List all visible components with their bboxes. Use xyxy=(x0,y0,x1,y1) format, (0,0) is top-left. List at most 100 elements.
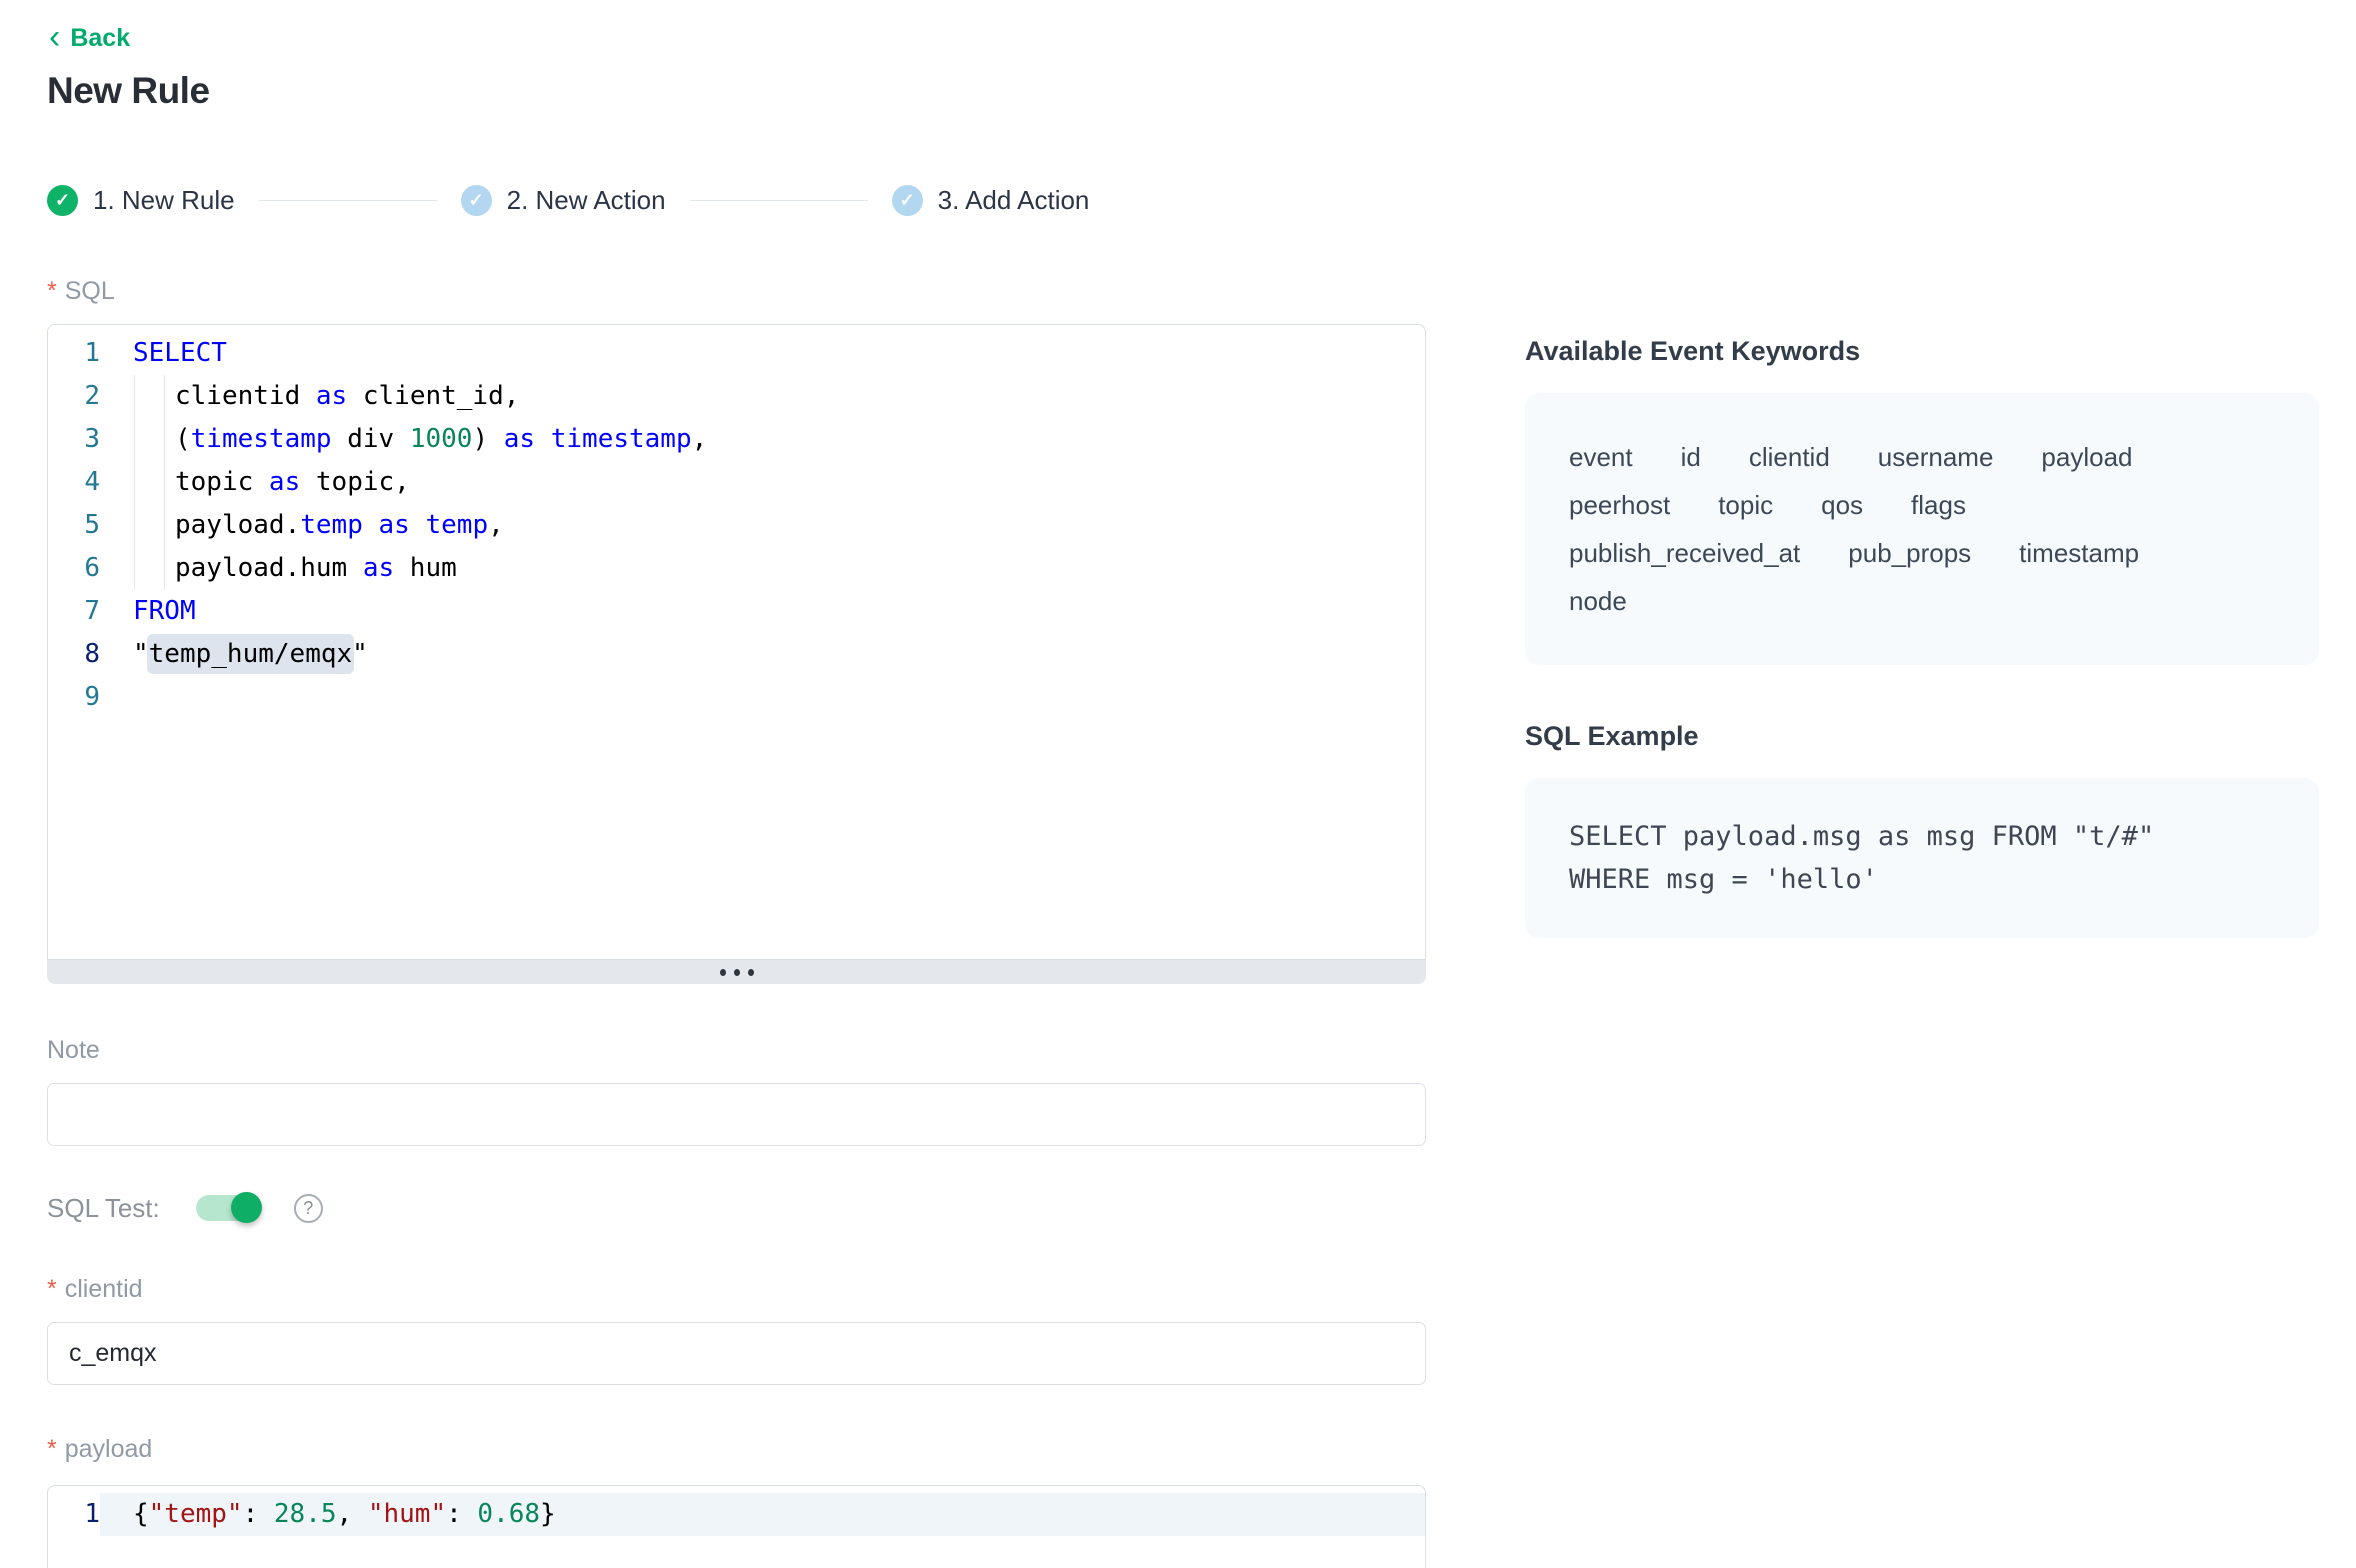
editor-line[interactable]: 6payload.hum as hum xyxy=(48,547,1425,590)
page-title: New Rule xyxy=(47,70,210,112)
editor-line-code[interactable]: {"temp": 28.5, "hum": 0.68} xyxy=(100,1493,1425,1536)
keyword-item: pub_props xyxy=(1848,529,1971,577)
keywords-row: peerhost topic qos flags xyxy=(1569,481,2275,529)
keywords-rows: eventid clientid username payload peerhost to… xyxy=(1569,433,2275,625)
editor-line[interactable]: 9 xyxy=(48,676,1425,719)
sql-example-line: SELECT payload.msg as msg FROM "t/#" xyxy=(1569,815,2275,858)
back-link[interactable]: ‹ Back xyxy=(49,24,130,53)
editor-line-code[interactable]: payload.hum as hum xyxy=(100,547,1425,590)
sql-test-label: SQL Test: xyxy=(47,1193,160,1224)
step-3[interactable]: ✓ 3. Add Action xyxy=(892,185,1090,216)
clientid-input[interactable] xyxy=(47,1322,1426,1385)
editor-line[interactable]: 1{"temp": 28.5, "hum": 0.68} xyxy=(48,1493,1425,1536)
editor-line[interactable]: 4topic as topic, xyxy=(48,461,1425,504)
note-field-label-text: Note xyxy=(47,1034,100,1066)
editor-line-code[interactable]: "temp_hum/emqx" xyxy=(100,633,1425,676)
drag-handle-dots-icon xyxy=(734,969,740,976)
editor-line-code[interactable]: topic as topic, xyxy=(100,461,1425,504)
help-panel: Available Event Keywords eventid clientid… xyxy=(1525,336,2319,938)
steps: ✓ 1. New Rule ✓ 2. New Action ✓ 3. Add Action xyxy=(47,184,1089,216)
new-rule-page: ‹ Back New Rule ✓ 1. New Rule ✓ 2. New Acti… xyxy=(0,0,2356,1568)
required-mark: * xyxy=(47,275,57,307)
editor-line[interactable]: 5payload.temp as temp, xyxy=(48,504,1425,547)
drag-handle-dots-icon xyxy=(748,969,754,976)
keywords-row: eventid clientid username payload xyxy=(1569,433,2275,481)
keyword-item: peerhost xyxy=(1569,481,1670,529)
line-number: 7 xyxy=(48,590,100,633)
keyword-item: flags xyxy=(1911,481,1966,529)
line-number: 8 xyxy=(48,633,100,676)
keyword-item: payload xyxy=(2041,433,2132,481)
keywords-row: node xyxy=(1569,577,2275,625)
line-number: 5 xyxy=(48,504,100,547)
step-check-icon: ✓ xyxy=(892,185,923,216)
clientid-field-label-text: clientid xyxy=(65,1273,143,1305)
toggle-knob xyxy=(231,1192,262,1223)
keyword-item: node xyxy=(1569,577,1627,625)
keywords-panel-title: Available Event Keywords xyxy=(1525,336,2319,367)
sql-field-label-text: SQL xyxy=(65,275,115,307)
sql-example-code: SELECT payload.msg as msg FROM "t/#"WHER… xyxy=(1569,815,2275,901)
line-number: 9 xyxy=(48,676,100,719)
line-number: 2 xyxy=(48,375,100,418)
step-check-icon: ✓ xyxy=(461,185,492,216)
required-mark: * xyxy=(47,1433,57,1465)
line-number: 3 xyxy=(48,418,100,461)
keyword-item: username xyxy=(1878,433,1994,481)
editor-line[interactable]: 1SELECT xyxy=(48,332,1425,375)
required-mark: * xyxy=(47,1273,57,1305)
sql-example-title: SQL Example xyxy=(1525,721,2319,752)
editor-line-code[interactable]: clientid as client_id, xyxy=(100,375,1425,418)
back-label: Back xyxy=(70,24,130,53)
editor-line[interactable]: 2clientid as client_id, xyxy=(48,375,1425,418)
sql-field-label: * SQL xyxy=(47,275,1426,307)
editor-line[interactable]: 3(timestamp div 1000) as timestamp, xyxy=(48,418,1425,461)
sql-example-box: SELECT payload.msg as msg FROM "t/#"WHER… xyxy=(1525,778,2319,938)
note-input[interactable] xyxy=(47,1083,1426,1146)
keywords-row: publish_received_at pub_props timestamp xyxy=(1569,529,2275,577)
line-number: 4 xyxy=(48,461,100,504)
editor-resize-handle[interactable] xyxy=(47,960,1426,984)
step-connector xyxy=(690,200,868,201)
sql-editor-lines: 1SELECT2clientid as client_id,3(timestam… xyxy=(48,332,1425,719)
keywords-box: eventid clientid username payload peerhost to… xyxy=(1525,393,2319,665)
back-chevron-icon: ‹ xyxy=(49,24,60,50)
help-glyph: ? xyxy=(303,1198,313,1219)
step-1[interactable]: ✓ 1. New Rule xyxy=(47,185,235,216)
keyword-item: publish_received_at xyxy=(1569,529,1800,577)
note-field-label: Note xyxy=(47,1034,1426,1066)
editor-line-code[interactable]: SELECT xyxy=(100,332,1425,375)
editor-line-code[interactable]: FROM xyxy=(100,590,1425,633)
editor-line-code[interactable] xyxy=(100,676,1425,719)
payload-field-label: * payload xyxy=(47,1433,1426,1465)
keyword-item: qos xyxy=(1821,481,1863,529)
help-icon[interactable]: ? xyxy=(294,1194,323,1223)
line-number: 1 xyxy=(48,332,100,375)
drag-handle-dots-icon xyxy=(720,969,726,976)
editor-line-code[interactable]: (timestamp div 1000) as timestamp, xyxy=(100,418,1425,461)
line-number: 6 xyxy=(48,547,100,590)
sql-test-toggle[interactable] xyxy=(196,1195,260,1221)
step-label: 1. New Rule xyxy=(93,185,235,216)
keyword-item: timestamp xyxy=(2019,529,2139,577)
sql-test-row: SQL Test: ? xyxy=(47,1191,1426,1225)
sql-example-line: WHERE msg = 'hello' xyxy=(1569,858,2275,901)
line-number: 1 xyxy=(48,1493,100,1536)
keyword-item: id xyxy=(1681,433,1701,481)
payload-editor-lines: 1{"temp": 28.5, "hum": 0.68} xyxy=(48,1493,1425,1536)
step-check-icon: ✓ xyxy=(47,185,78,216)
editor-line-code[interactable]: payload.temp as temp, xyxy=(100,504,1425,547)
payload-editor[interactable]: 1{"temp": 28.5, "hum": 0.68} xyxy=(47,1485,1426,1568)
keyword-item: topic xyxy=(1718,481,1773,529)
step-label: 2. New Action xyxy=(507,185,666,216)
keyword-item: event xyxy=(1569,433,1633,481)
step-label: 3. Add Action xyxy=(938,185,1090,216)
sql-editor[interactable]: 1SELECT2clientid as client_id,3(timestam… xyxy=(47,324,1426,960)
keyword-item: clientid xyxy=(1749,433,1830,481)
editor-line[interactable]: 7FROM xyxy=(48,590,1425,633)
step-2[interactable]: ✓ 2. New Action xyxy=(461,185,666,216)
payload-field-label-text: payload xyxy=(65,1433,153,1465)
rule-form: * SQL 1SELECT2clientid as client_id,3(ti… xyxy=(47,275,1426,1568)
editor-line[interactable]: 8"temp_hum/emqx" xyxy=(48,633,1425,676)
clientid-field-label: * clientid xyxy=(47,1273,1426,1305)
